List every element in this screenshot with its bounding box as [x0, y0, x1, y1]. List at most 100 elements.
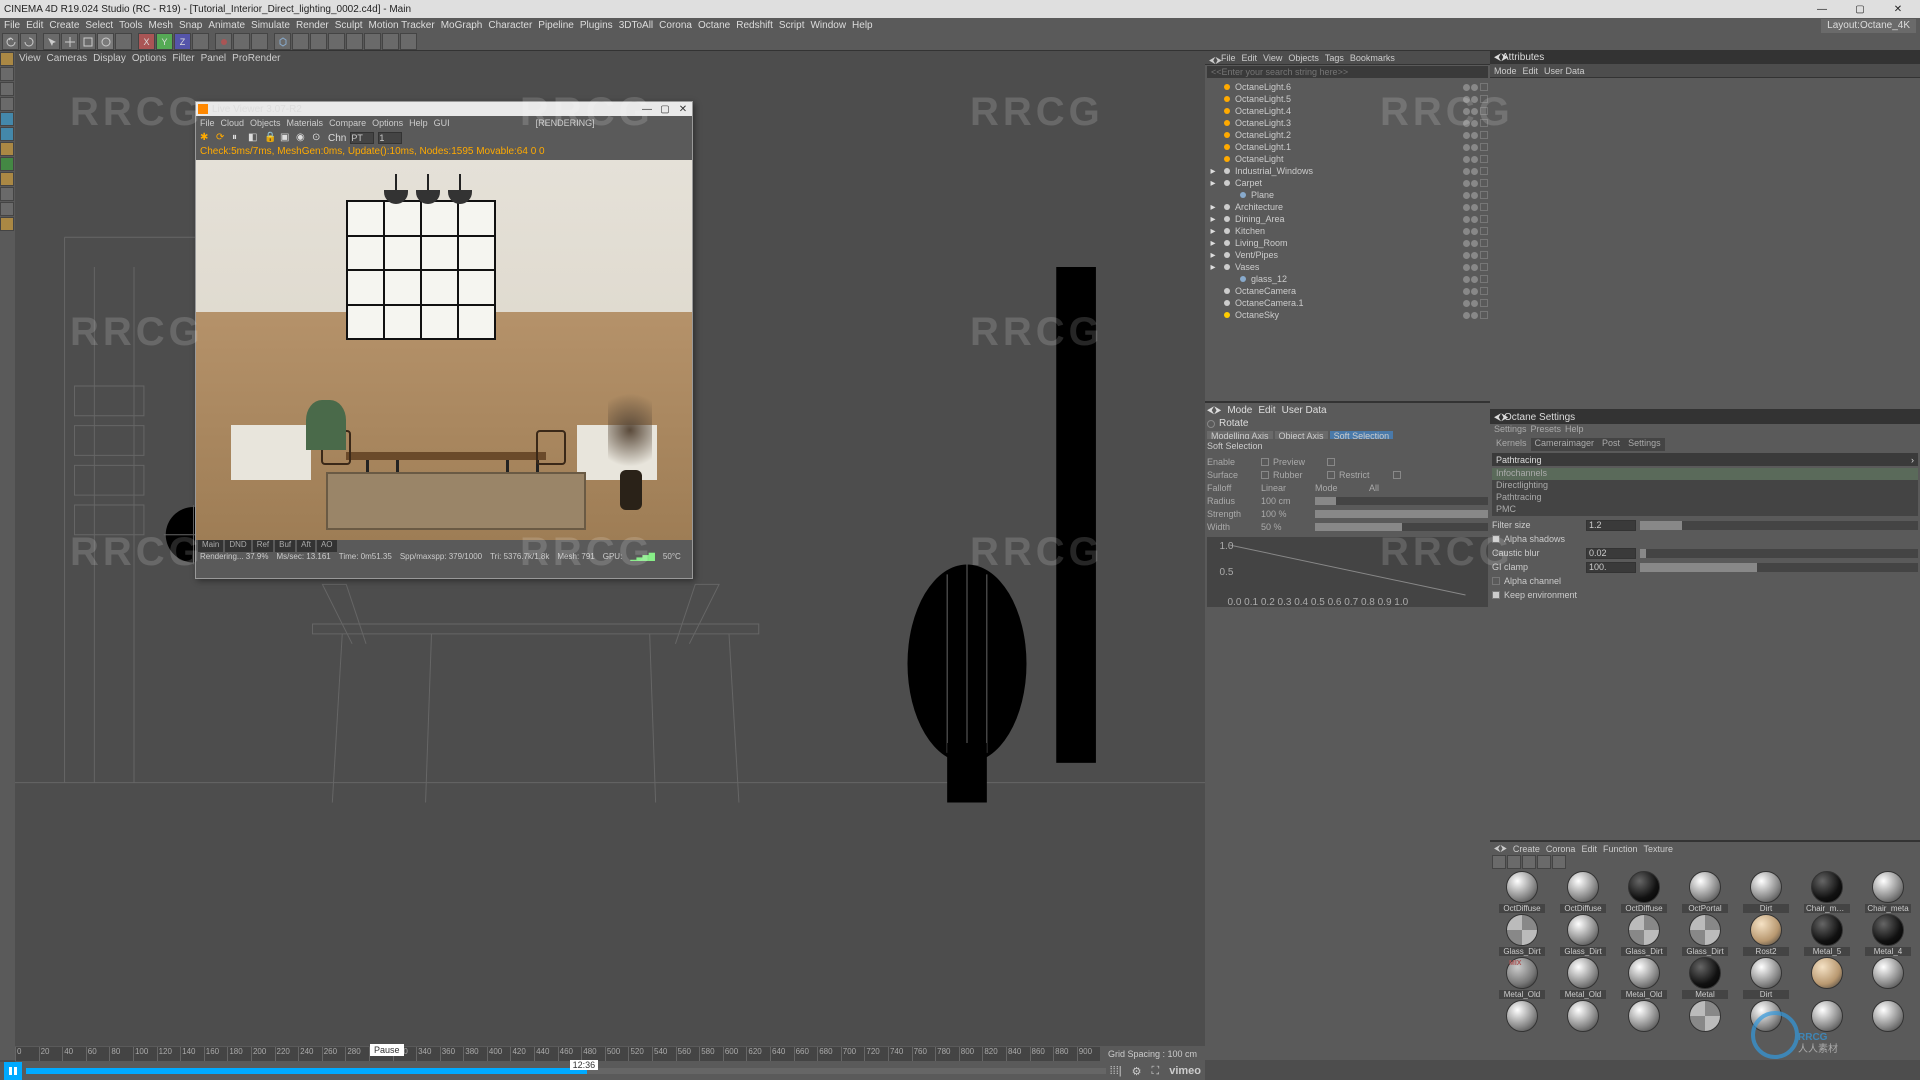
ss-preview-checkbox[interactable]: [1327, 458, 1335, 466]
objmgr-item[interactable]: ▸Industrial_Windows: [1207, 165, 1488, 177]
viewport-menu-cameras[interactable]: Cameras: [47, 53, 88, 64]
objmgr-item[interactable]: OctaneLight: [1207, 153, 1488, 165]
rotate-tool-icon[interactable]: [97, 33, 114, 50]
ss-radius-slider[interactable]: [1315, 497, 1488, 505]
scale-tool-icon[interactable]: [79, 33, 96, 50]
mat-sort-icon[interactable]: [1537, 855, 1551, 869]
lv-tab-dnd[interactable]: DND: [225, 540, 250, 552]
lv-minimize-button[interactable]: —: [640, 103, 654, 115]
material-cell[interactable]: Glass_Dirt: [1614, 914, 1674, 956]
live-viewer-window[interactable]: Live Viewer 3.07-R2 — ▢ ✕ File Cloud Obj…: [195, 101, 693, 579]
menu-file[interactable]: File: [4, 20, 20, 31]
make-editable-icon[interactable]: [0, 52, 14, 66]
environment-icon[interactable]: [364, 33, 381, 50]
lv-clay-icon[interactable]: ◧: [248, 132, 260, 144]
ss-width-value[interactable]: 50 %: [1261, 522, 1311, 532]
menu-redshift[interactable]: Redshift: [736, 20, 773, 31]
objmgr-menu-tags[interactable]: Tags: [1325, 53, 1344, 63]
menu-edit[interactable]: Edit: [26, 20, 43, 31]
cube-primitive-icon[interactable]: [274, 33, 291, 50]
oct-filtersize-slider[interactable]: [1640, 521, 1918, 530]
tweak-icon[interactable]: [0, 217, 14, 231]
menu-plugins[interactable]: Plugins: [580, 20, 613, 31]
lv-close-button[interactable]: ✕: [676, 103, 690, 115]
world-coord-icon[interactable]: [192, 33, 209, 50]
lv-tab-ao[interactable]: AO: [317, 540, 337, 552]
kernel-dropdown-list[interactable]: Infochannels Directlighting Pathtracing …: [1492, 468, 1918, 516]
nurbs-icon[interactable]: [310, 33, 327, 50]
render-settings-icon[interactable]: [251, 33, 268, 50]
model-mode-icon[interactable]: [0, 67, 14, 81]
objmgr-item[interactable]: OctaneLight.4: [1207, 105, 1488, 117]
oct-subtab-cameraimager[interactable]: Cameraimager: [1531, 438, 1599, 451]
objmgr-item[interactable]: OctaneCamera: [1207, 285, 1488, 297]
material-cell[interactable]: Metal_5: [1797, 914, 1857, 956]
objmgr-menu-bookmarks[interactable]: Bookmarks: [1350, 53, 1395, 63]
material-cell[interactable]: Rost2: [1736, 914, 1796, 956]
attr-menu-mode[interactable]: Mode: [1494, 66, 1517, 76]
menu-octane[interactable]: Octane: [698, 20, 730, 31]
ss-strength-value[interactable]: 100 %: [1261, 509, 1311, 519]
menu-simulate[interactable]: Simulate: [251, 20, 290, 31]
material-cell[interactable]: [1614, 1000, 1674, 1033]
lv-menu-materials[interactable]: Materials: [287, 118, 324, 128]
select-tool-icon[interactable]: [43, 33, 60, 50]
lv-tab-buf[interactable]: Buf: [275, 540, 295, 552]
oct-subtab-kernels[interactable]: Kernels: [1492, 438, 1531, 451]
close-button[interactable]: ✕: [1880, 1, 1916, 17]
menu-pipeline[interactable]: Pipeline: [538, 20, 574, 31]
material-cell[interactable]: [1797, 957, 1857, 999]
menu-window[interactable]: Window: [810, 20, 846, 31]
lv-menu-file[interactable]: File: [200, 118, 215, 128]
oct-tab-presets[interactable]: Presets: [1531, 424, 1562, 436]
objmgr-tree[interactable]: OctaneLight.6OctaneLight.5OctaneLight.4O…: [1205, 79, 1490, 323]
viewport-solo-icon[interactable]: [0, 187, 14, 201]
ss-strength-slider[interactable]: [1315, 510, 1488, 518]
objmgr-search-input[interactable]: [1207, 66, 1488, 78]
objmgr-menu-edit[interactable]: Edit: [1242, 53, 1258, 63]
video-fullscreen-icon[interactable]: ⛶: [1152, 1065, 1160, 1078]
objmgr-item[interactable]: ▸Carpet: [1207, 177, 1488, 189]
light-icon[interactable]: [400, 33, 417, 50]
minimize-button[interactable]: —: [1804, 1, 1840, 17]
generator-icon[interactable]: [328, 33, 345, 50]
lv-pause-icon[interactable]: ⏸: [232, 132, 244, 144]
menu-sculpt[interactable]: Sculpt: [335, 20, 363, 31]
material-cell[interactable]: [1675, 1000, 1735, 1033]
render-region-icon[interactable]: [233, 33, 250, 50]
video-progress-bar[interactable]: 12:36: [26, 1068, 1106, 1074]
objmgr-menu-view[interactable]: View: [1263, 53, 1282, 63]
viewport-menu-view[interactable]: View: [19, 53, 41, 64]
material-cell[interactable]: Metal: [1675, 957, 1735, 999]
lv-menu-objects[interactable]: Objects: [250, 118, 281, 128]
menu-snap[interactable]: Snap: [179, 20, 202, 31]
material-cell[interactable]: Dirt: [1736, 871, 1796, 913]
lv-tab-aft[interactable]: Aft: [297, 540, 315, 552]
lv-menu-compare[interactable]: Compare: [329, 118, 366, 128]
ss-surface-checkbox[interactable]: [1261, 471, 1269, 479]
attr-menu-edit[interactable]: Edit: [1523, 66, 1539, 76]
lv-menu-help[interactable]: Help: [409, 118, 428, 128]
kernel-option-directlighting[interactable]: Directlighting: [1492, 480, 1918, 492]
material-cell[interactable]: OctDiffuse: [1614, 871, 1674, 913]
objmgr-item[interactable]: OctaneLight.1: [1207, 141, 1488, 153]
timeline-bar[interactable]: 0204060801001201401601802002202402602803…: [15, 1046, 1205, 1062]
menu-render[interactable]: Render: [296, 20, 329, 31]
viewport-menu-display[interactable]: Display: [93, 53, 126, 64]
material-cell[interactable]: Glass_Dirt: [1492, 914, 1552, 956]
lv-focus-icon[interactable]: ⊙: [312, 132, 324, 144]
oct-nav-icon[interactable]: ⮜⮞: [1494, 412, 1502, 423]
lv-menu-options[interactable]: Options: [372, 118, 403, 128]
oct-giclamp-slider[interactable]: [1640, 563, 1918, 572]
workplane-mode-icon[interactable]: [0, 97, 14, 111]
kernel-option-pathtracing[interactable]: Pathtracing: [1492, 492, 1918, 504]
ss-restrict-checkbox[interactable]: [1393, 471, 1401, 479]
mat-menu-texture[interactable]: Texture: [1644, 844, 1674, 854]
mat-menu-function[interactable]: Function: [1603, 844, 1638, 854]
rotate-radio[interactable]: [1207, 420, 1215, 428]
lv-pick-icon[interactable]: ◉: [296, 132, 308, 144]
ss-enable-checkbox[interactable]: [1261, 458, 1269, 466]
axis-x-icon[interactable]: X: [138, 33, 155, 50]
lv-tab-main[interactable]: Main: [198, 540, 223, 552]
tool-menu-userdata[interactable]: User Data: [1282, 405, 1327, 416]
